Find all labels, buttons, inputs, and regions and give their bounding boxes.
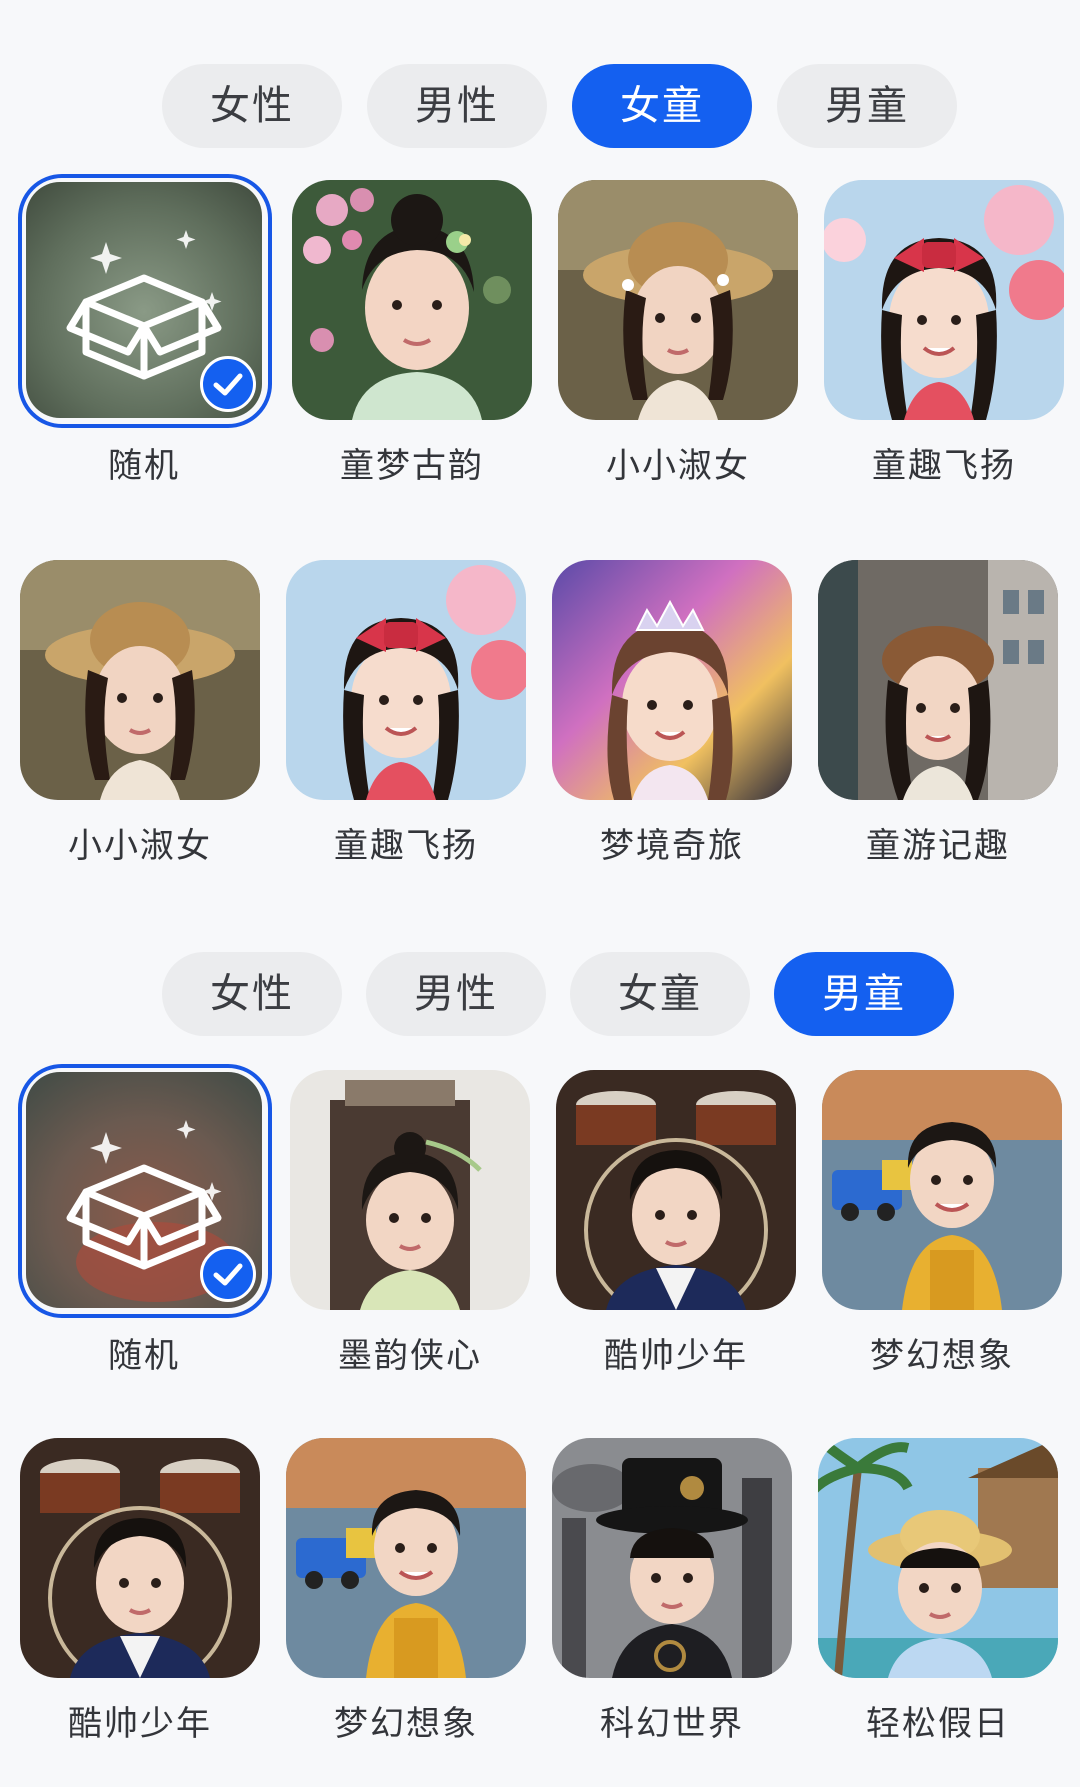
style-label: 随机	[108, 1336, 180, 1376]
tab-female[interactable]: 女性	[162, 64, 342, 148]
style-thumbnail-boy-toys	[822, 1070, 1062, 1310]
style-thumbnail-girl-lady	[20, 560, 260, 800]
tab-female[interactable]: 女性	[162, 952, 342, 1036]
style-picker-girls: 女性 男性 女童 男童 随机 童梦古韵 小小淑女 童趣飞扬 小小淑女 童趣飞扬 …	[0, 0, 1080, 890]
style-label: 童趣飞扬	[334, 826, 478, 866]
style-label: 童梦古韵	[340, 446, 484, 486]
style-label: 随机	[108, 446, 180, 486]
style-thumbnail-boy-drums	[556, 1070, 796, 1310]
style-thumbnail-boy-steampunk	[552, 1438, 792, 1678]
style-thumbnail-girl-balloon	[824, 180, 1064, 420]
category-tabs: 女性 男性 女童 男童	[162, 952, 962, 1036]
style-label: 小小淑女	[606, 446, 750, 486]
style-thumbnail-girl-balloon	[286, 560, 526, 800]
style-label: 梦境奇旅	[600, 826, 744, 866]
style-thumbnail-boy-ink	[290, 1070, 530, 1310]
check-icon	[200, 1246, 256, 1302]
style-thumbnail-girl-hanfu	[292, 180, 532, 420]
category-tabs: 女性 男性 女童 男童	[162, 64, 962, 148]
tab-girl[interactable]: 女童	[572, 64, 752, 148]
check-icon	[200, 356, 256, 412]
style-thumbnail-girl-travel	[818, 560, 1058, 800]
style-label: 小小淑女	[68, 826, 212, 866]
style-thumbnail-boy-holiday	[818, 1438, 1058, 1678]
tab-boy[interactable]: 男童	[777, 64, 957, 148]
tab-male[interactable]: 男性	[366, 952, 546, 1036]
tab-boy[interactable]: 男童	[774, 952, 954, 1036]
style-label: 梦幻想象	[334, 1704, 478, 1744]
style-label: 梦幻想象	[870, 1336, 1014, 1376]
style-picker-boys: 女性 男性 女童 男童 随机 墨韵侠心 酷帅少年 梦幻想象 酷帅少年 梦幻想象 …	[0, 890, 1080, 1787]
style-label: 轻松假日	[866, 1704, 1010, 1744]
style-thumbnail-boy-toys	[286, 1438, 526, 1678]
style-thumbnail-boy-drums	[20, 1438, 260, 1678]
style-label: 酷帅少年	[604, 1336, 748, 1376]
style-label: 墨韵侠心	[338, 1336, 482, 1376]
style-label: 童趣飞扬	[872, 446, 1016, 486]
style-label: 酷帅少年	[68, 1704, 212, 1744]
style-label: 童游记趣	[866, 826, 1010, 866]
style-thumbnail-girl-lady	[558, 180, 798, 420]
tab-male[interactable]: 男性	[367, 64, 547, 148]
tab-girl[interactable]: 女童	[570, 952, 750, 1036]
style-thumbnail-girl-dream	[552, 560, 792, 800]
style-label: 科幻世界	[600, 1704, 744, 1744]
